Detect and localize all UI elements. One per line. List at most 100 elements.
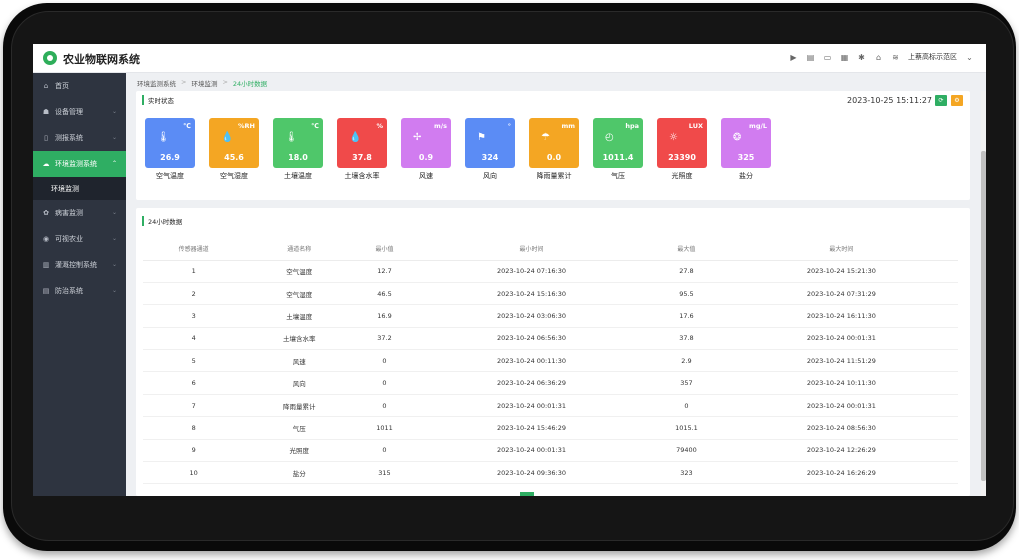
sensor-tile[interactable]: mg/L ❂ 325 盐分 [721, 118, 771, 181]
sensor-label: 气压 [611, 172, 625, 180]
sensor-value: 324 [481, 153, 499, 162]
users-icon: ☗ [42, 108, 50, 116]
table-cell: 2023-10-24 00:01:31 [414, 394, 649, 418]
gear-icon[interactable]: ✱ [857, 53, 866, 62]
breadcrumb-item[interactable]: 环境监测 [191, 78, 217, 88]
sensor-tile-box: hpa ◴ 1011.4 [593, 118, 643, 168]
sensor-value: 18.0 [288, 153, 308, 162]
table-cell: 10 [143, 461, 245, 485]
sidebar-item[interactable]: ✿ 病害监测 ⌄ [33, 200, 126, 226]
table-cell: 0 [354, 349, 415, 373]
table-cell: 0 [354, 394, 415, 418]
home-icon[interactable]: ⌂ [874, 53, 883, 62]
grid-icon[interactable]: ▦ [840, 53, 849, 62]
table-cell: 16.9 [354, 304, 415, 328]
table-cell: 风向 [244, 371, 355, 395]
sensor-unit: hpa [625, 122, 639, 130]
sensor-tile[interactable]: m/s ✢ 0.9 风速 [401, 118, 451, 181]
sensor-tile[interactable]: ° ⚑ 324 风向 [465, 118, 515, 181]
sidebar-item[interactable]: ☁ 环境监测系统 ⌃ [33, 151, 126, 177]
column-header: 最小值 [354, 238, 415, 261]
chevron-down-icon: ⌄ [111, 287, 117, 294]
table-cell: 95.5 [648, 282, 725, 306]
sidebar-item[interactable]: ▤ 防治系统 ⌄ [33, 278, 126, 304]
sidebar-subitem-env-monitor[interactable]: 环境监测 [33, 177, 126, 200]
table-cell: 2023-10-24 16:26:29 [724, 461, 958, 485]
settings-button[interactable]: ⚙ [951, 95, 963, 106]
top-toolbar: ▶ ▤ ▭ ▦ ✱ ⌂ ≋ 上蔡高标示范区 ⌄ [789, 52, 974, 62]
table-cell: 2.9 [648, 349, 725, 373]
sidebar-item[interactable]: ☗ 设备管理 ⌄ [33, 99, 126, 125]
sensor-tile-box: ℃ 🌡 18.0 [273, 118, 323, 168]
sensor-value: 325 [737, 153, 755, 162]
sensor-value: 0.0 [546, 153, 562, 162]
column-header: 最大值 [648, 238, 725, 261]
sensor-tile[interactable]: % 💧 37.8 土壤含水率 [337, 118, 387, 181]
scrollbar[interactable] [981, 91, 986, 496]
chevron-down-icon[interactable]: ⌄ [965, 53, 974, 62]
layers-icon[interactable]: ≋ [891, 53, 900, 62]
scrollbar-thumb[interactable] [981, 151, 986, 481]
sun-icon: ☼ [669, 132, 678, 143]
sidebar-item[interactable]: ▯ 测报系统 ⌄ [33, 125, 126, 151]
column-header: 最大时间 [724, 238, 958, 261]
sensor-unit: mm [561, 122, 575, 130]
table-cell: 0 [354, 439, 415, 463]
table-cell: 3 [143, 304, 245, 328]
sensor-tile-box: mm ☂ 0.0 [529, 118, 579, 168]
refresh-button[interactable]: ⟳ [935, 95, 947, 106]
sensor-tile[interactable]: hpa ◴ 1011.4 气压 [593, 118, 643, 181]
breadcrumb-separator: > [222, 78, 228, 86]
thermometer-icon: 🌡 [157, 132, 170, 143]
sensor-label: 空气温度 [156, 172, 184, 180]
sensor-tile[interactable]: %RH 💧 45.6 空气湿度 [209, 118, 259, 181]
play-icon[interactable]: ▶ [789, 53, 798, 62]
sensor-tile-box: %RH 💧 45.6 [209, 118, 259, 168]
table-cell: 2023-10-24 15:46:29 [414, 416, 649, 440]
sensor-tile-box: mg/L ❂ 325 [721, 118, 771, 168]
table-cell: 2023-10-24 00:01:31 [724, 394, 958, 418]
sensor-label: 风向 [483, 172, 497, 180]
top-bar: 农业物联网系统 ▶ ▤ ▭ ▦ ✱ ⌂ ≋ 上蔡高标示范区 ⌄ [33, 44, 986, 73]
sensor-tile[interactable]: mm ☂ 0.0 降雨量累计 [529, 118, 579, 181]
table-cell: 27.8 [648, 260, 725, 283]
sidebar-item[interactable]: ▥ 灌溉控制系统 ⌄ [33, 252, 126, 278]
area-selector[interactable]: 上蔡高标示范区 [908, 52, 957, 62]
table-cell: 9 [143, 439, 245, 463]
sidebar-item[interactable]: ⌂ 首页 [33, 73, 126, 99]
table-row: 1 空气温度 12.7 2023-10-24 07:16:30 27.8 2023-10-… [143, 260, 958, 283]
sidebar-item-label: 灌溉控制系统 [55, 261, 97, 269]
sensor-unit: ° [507, 122, 511, 130]
sensor-tile[interactable]: ℃ 🌡 26.9 空气温度 [145, 118, 195, 181]
breadcrumb: 环境监测系统 > 环境监测 > 24小时数据 [137, 78, 267, 88]
breadcrumb-item[interactable]: 环境监测系统 [137, 78, 176, 88]
monitor-icon[interactable]: ▭ [823, 53, 832, 62]
sensor-unit: m/s [433, 122, 447, 130]
table-cell: 2023-10-24 12:26:29 [724, 439, 958, 463]
sensor-label: 土壤含水率 [344, 172, 380, 180]
sensor-label: 降雨量累计 [536, 172, 572, 180]
table-cell: 2023-10-24 07:31:29 [724, 282, 958, 306]
table-cell: 2023-10-24 15:16:30 [414, 282, 649, 306]
sensor-label: 土壤温度 [284, 172, 312, 180]
home-icon: ⌂ [43, 82, 49, 90]
pagination-indicator[interactable] [520, 492, 534, 496]
table-row: 6 风向 0 2023-10-24 06:36:29 357 2023-10-24 10:… [143, 371, 958, 395]
sensor-tile-box: % 💧 37.8 [337, 118, 387, 168]
app-screen: 农业物联网系统 ▶ ▤ ▭ ▦ ✱ ⌂ ≋ 上蔡高标示范区 ⌄ ⌂ 首页 ☗ 设备管理… [33, 44, 986, 496]
sensor-tile[interactable]: ℃ 🌡 18.0 土壤温度 [273, 118, 323, 181]
sensor-tile[interactable]: LUX ☼ 23390 光照度 [657, 118, 707, 181]
sidebar-item-label: 病害监测 [55, 209, 83, 217]
sensor-unit: ℃ [311, 122, 319, 130]
eye-icon: ◉ [42, 235, 50, 243]
data-24h-title: 24小时数据 [142, 216, 182, 226]
sensor-unit: LUX [688, 122, 703, 130]
table-row: 4 土壤含水率 37.2 2023-10-24 06:56:30 37.8 2023-10… [143, 327, 958, 351]
sidebar-item[interactable]: ◉ 可视农业 ⌄ [33, 226, 126, 252]
table-cell: 12.7 [354, 260, 415, 283]
table-cell: 323 [648, 461, 725, 485]
column-header: 最小时间 [414, 238, 649, 261]
document-icon[interactable]: ▤ [806, 53, 815, 62]
table-cell: 1 [143, 260, 245, 283]
table-row: 10 盐分 315 2023-10-24 09:36:30 323 2023-10-24 … [143, 461, 958, 485]
